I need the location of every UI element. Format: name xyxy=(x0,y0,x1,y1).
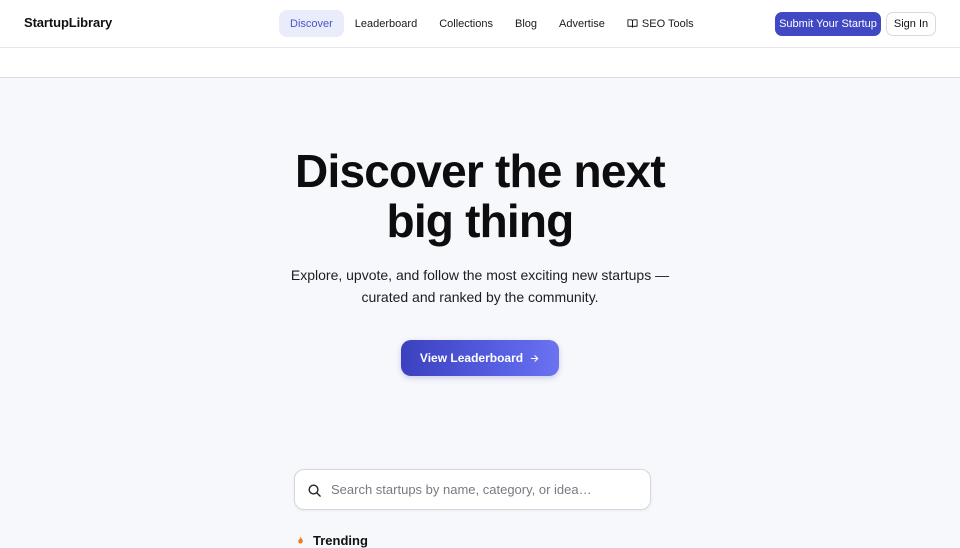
search-input[interactable] xyxy=(331,470,641,509)
nav-discover[interactable]: Discover xyxy=(279,10,344,37)
nav-label: Advertise xyxy=(559,17,605,30)
nav-blog[interactable]: Blog xyxy=(504,10,548,37)
hero-subtitle-line2: curated and ranked by the community. xyxy=(361,289,599,305)
search-box xyxy=(294,469,651,510)
submit-startup-button[interactable]: Submit Your Startup xyxy=(775,12,881,36)
hero-title: Discover the next big thing xyxy=(0,146,960,246)
nav-collections[interactable]: Collections xyxy=(428,10,504,37)
trending-section-header: Trending xyxy=(296,533,368,548)
book-icon xyxy=(627,19,638,28)
nav-label: Blog xyxy=(515,17,538,30)
top-navbar: StartupLibrary Discover Leaderboard Coll… xyxy=(0,0,960,48)
cta-label: View Leaderboard xyxy=(419,351,524,365)
brand-logo[interactable]: StartupLibrary xyxy=(24,15,112,30)
nav-label: Leaderboard xyxy=(354,17,418,30)
arrow-right-icon xyxy=(530,354,539,362)
nav-label: SEO Tools xyxy=(641,17,694,30)
nav-seo-tools[interactable]: SEO Tools xyxy=(616,10,705,37)
secondary-bar xyxy=(0,48,960,78)
search-icon xyxy=(308,484,321,497)
trending-label: Trending xyxy=(313,533,368,548)
nav-label: Discover xyxy=(290,17,333,30)
hero-title-line2: big thing xyxy=(386,195,575,247)
hero-title-line1: Discover the next xyxy=(295,145,666,197)
main-nav: Discover Leaderboard Collections Blog Ad… xyxy=(279,10,705,37)
sign-in-button[interactable]: Sign In xyxy=(886,12,936,36)
nav-label: Collections xyxy=(439,17,493,30)
view-leaderboard-button[interactable]: View Leaderboard xyxy=(401,340,559,376)
hero-subtitle-line1: Explore, upvote, and follow the most exc… xyxy=(290,267,670,283)
hero-subtitle: Explore, upvote, and follow the most exc… xyxy=(0,264,960,308)
flame-icon xyxy=(298,536,303,544)
nav-leaderboard[interactable]: Leaderboard xyxy=(344,10,428,37)
nav-advertise[interactable]: Advertise xyxy=(548,10,616,37)
